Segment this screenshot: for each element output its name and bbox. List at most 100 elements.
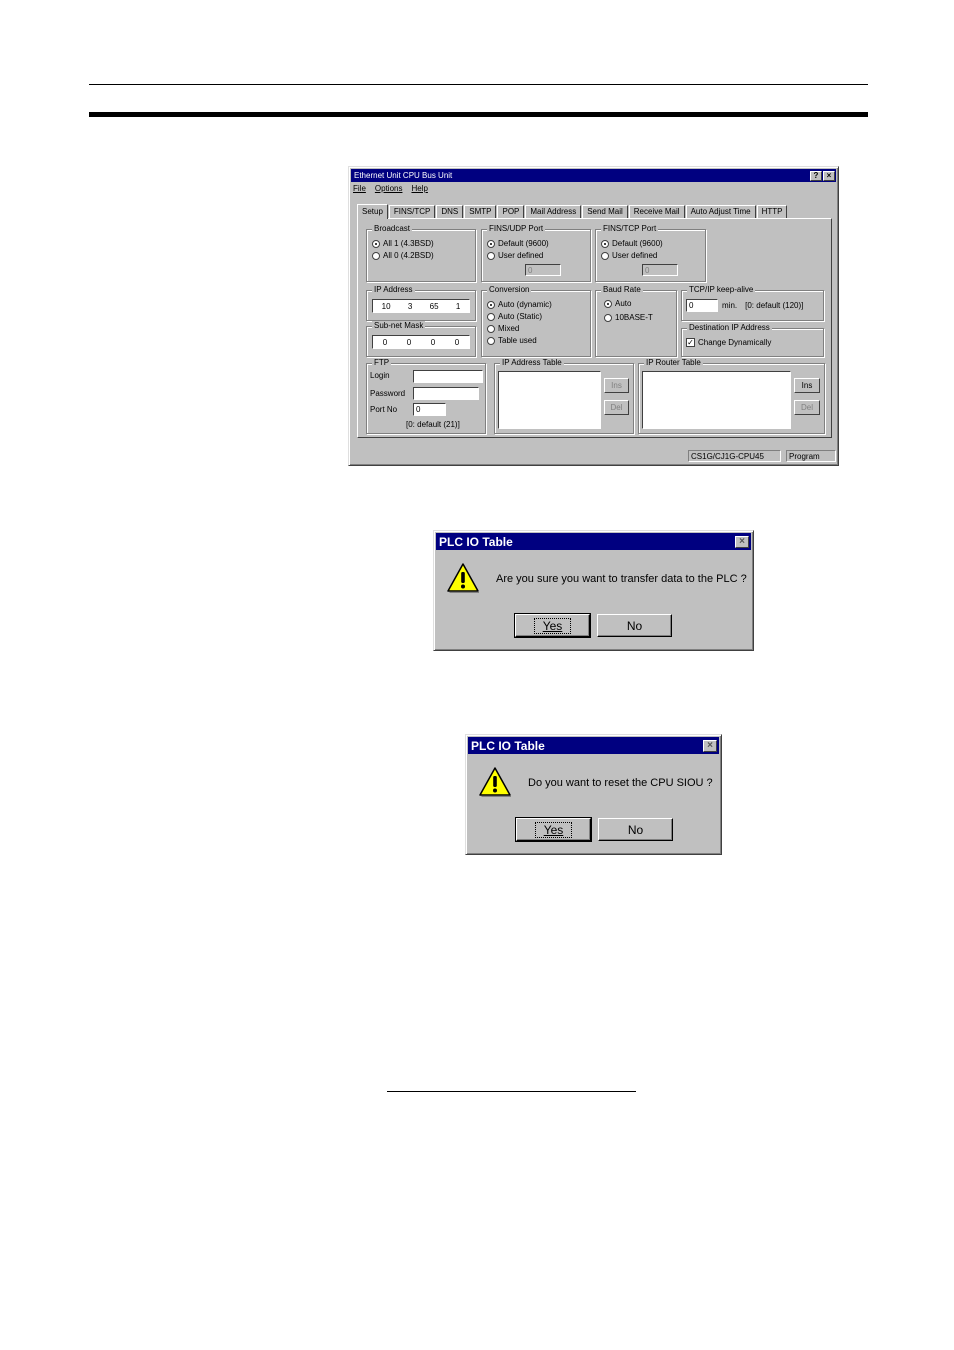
broadcast-all0-option[interactable]: All 0 (4.2BSD) <box>372 251 434 260</box>
ip-address-field[interactable]: 10 3 65 1 <box>372 299 470 313</box>
ftp-group: FTP Login Password Port No 0 [0: default… <box>366 358 486 434</box>
header-rule-thin <box>89 84 868 85</box>
title-bar: Ethernet Unit CPU Bus Unit ? × <box>351 169 836 182</box>
menu-file[interactable]: File <box>353 184 366 193</box>
radio-selected-icon <box>601 239 609 248</box>
ftp-login-label: Login <box>370 371 390 380</box>
tab-setup[interactable]: Setup <box>357 204 388 219</box>
ip-address-table-del-button[interactable]: Del <box>604 400 629 415</box>
dialog2-yes-button[interactable]: Yes <box>515 817 592 842</box>
fins-tcp-default-option[interactable]: Default (9600) <box>601 239 663 248</box>
tab-receive-mail[interactable]: Receive Mail <box>628 205 685 218</box>
fins-udp-group: FINS/UDP Port Default (9600) User define… <box>481 224 591 282</box>
change-dynamically-checkbox[interactable]: ✓ Change Dynamically <box>686 338 771 347</box>
baud-rate-10baset-option[interactable]: 10BASE-T <box>604 313 653 322</box>
menu-bar: File Options Help <box>353 184 428 193</box>
ip-router-table-ins-button[interactable]: Ins <box>794 378 820 393</box>
dialog2-close-button[interactable]: × <box>703 739 717 752</box>
radio-selected-icon <box>372 239 380 248</box>
dialog1-yes-button[interactable]: Yes <box>514 613 591 638</box>
ip-router-table-del-button[interactable]: Del <box>794 400 820 415</box>
fins-tcp-label: FINS/TCP Port <box>601 224 659 233</box>
fins-tcp-group: FINS/TCP Port Default (9600) User define… <box>595 224 706 282</box>
tab-auto-adjust-time[interactable]: Auto Adjust Time <box>685 205 756 218</box>
fins-udp-label: FINS/UDP Port <box>487 224 546 233</box>
fins-tcp-port-field[interactable]: 0 <box>642 264 678 276</box>
footnote-rule <box>387 1091 636 1092</box>
radio-icon <box>601 251 609 260</box>
ftp-port-label: Port No <box>370 405 398 414</box>
dialog1-no-button[interactable]: No <box>597 614 672 637</box>
ip-router-table-group: IP Router Table Ins Del <box>638 358 825 434</box>
ethernet-unit-window: Ethernet Unit CPU Bus Unit ? × File Opti… <box>348 166 839 466</box>
ip-router-table-list[interactable] <box>642 371 791 429</box>
subnet-mask-field[interactable]: 0 0 0 0 <box>372 335 470 349</box>
warning-icon <box>447 563 479 593</box>
tab-send-mail[interactable]: Send Mail <box>582 205 628 218</box>
ip-address-table-ins-button[interactable]: Ins <box>604 378 629 393</box>
conversion-auto-static-option[interactable]: Auto (Static) <box>487 312 542 321</box>
fins-udp-user-option[interactable]: User defined <box>487 251 543 260</box>
menu-help[interactable]: Help <box>411 184 427 193</box>
ip-address-label: IP Address <box>372 285 415 294</box>
ftp-login-field[interactable] <box>413 370 483 383</box>
close-button[interactable]: × <box>823 170 835 181</box>
tab-mail-address[interactable]: Mail Address <box>525 205 582 218</box>
tab-strip: Setup FINS/TCP DNS SMTP POP Mail Address… <box>357 204 788 219</box>
ftp-port-field[interactable]: 0 <box>413 403 446 416</box>
menu-options[interactable]: Options <box>375 184 403 193</box>
conversion-group: Conversion Auto (dynamic) Auto (Static) … <box>481 285 591 357</box>
radio-icon <box>604 313 612 322</box>
broadcast-all1-option[interactable]: All 1 (4.3BSD) <box>372 239 434 248</box>
fins-udp-port-field[interactable]: 0 <box>525 264 561 276</box>
baud-rate-auto-option[interactable]: Auto <box>604 299 631 308</box>
conversion-auto-dynamic-option[interactable]: Auto (dynamic) <box>487 300 552 309</box>
radio-icon <box>487 312 495 321</box>
ip-address-group: IP Address 10 3 65 1 <box>366 285 476 321</box>
radio-icon <box>372 251 380 260</box>
conversion-table-used-option[interactable]: Table used <box>487 336 537 345</box>
tab-fins-tcp[interactable]: FINS/TCP <box>388 205 436 218</box>
dialog2-title-bar: PLC IO Table × <box>468 737 719 754</box>
dialog1-close-button[interactable]: × <box>735 535 749 548</box>
tab-pop[interactable]: POP <box>497 205 525 218</box>
conversion-mixed-option[interactable]: Mixed <box>487 324 519 333</box>
tab-smtp[interactable]: SMTP <box>464 205 497 218</box>
ip-address-table-label: IP Address Table <box>500 358 564 367</box>
dialog2-no-button[interactable]: No <box>598 818 673 841</box>
broadcast-group: Broadcast All 1 (4.3BSD) All 0 (4.2BSD) <box>366 224 476 282</box>
tab-dns[interactable]: DNS <box>436 205 464 218</box>
ip-address-table-group: IP Address Table Ins Del <box>494 358 634 434</box>
ftp-password-label: Password <box>370 389 406 398</box>
window-title: Ethernet Unit CPU Bus Unit <box>354 171 453 180</box>
subnet-mask-label: Sub-net Mask <box>372 321 426 330</box>
radio-selected-icon <box>487 300 495 309</box>
help-button[interactable]: ? <box>810 170 822 181</box>
radio-icon <box>487 324 495 333</box>
checkmark-icon: ✓ <box>686 337 695 347</box>
keepalive-hint: min. [0: default (120)] <box>722 301 804 310</box>
dialog2-title: PLC IO Table <box>471 738 545 753</box>
baud-rate-label: Baud Rate <box>601 285 643 294</box>
keepalive-field[interactable]: 0 <box>686 299 718 312</box>
tab-http[interactable]: HTTP <box>756 205 788 218</box>
reset-cpu-dialog: PLC IO Table × Do you want to reset the … <box>465 734 722 855</box>
ip-router-table-label: IP Router Table <box>644 358 703 367</box>
keepalive-label: TCP/IP keep-alive <box>687 285 756 294</box>
ftp-label: FTP <box>372 358 392 367</box>
fins-tcp-user-option[interactable]: User defined <box>601 251 657 260</box>
radio-selected-icon <box>604 299 612 308</box>
setup-panel: Broadcast All 1 (4.3BSD) All 0 (4.2BSD) … <box>357 218 832 438</box>
subnet-mask-group: Sub-net Mask 0 0 0 0 <box>366 321 476 357</box>
broadcast-label: Broadcast <box>372 224 413 233</box>
dialog1-title-bar: PLC IO Table × <box>436 533 751 550</box>
warning-icon <box>479 767 511 797</box>
ftp-password-field[interactable] <box>413 387 479 400</box>
conversion-label: Conversion <box>487 285 532 294</box>
radio-icon <box>487 336 495 345</box>
fins-udp-default-option[interactable]: Default (9600) <box>487 239 549 248</box>
radio-selected-icon <box>487 239 495 248</box>
header-rule-thick <box>89 112 868 117</box>
status-bar: CS1G/CJ1G-CPU45 Program <box>351 449 836 463</box>
ip-address-table-list[interactable] <box>498 371 601 429</box>
